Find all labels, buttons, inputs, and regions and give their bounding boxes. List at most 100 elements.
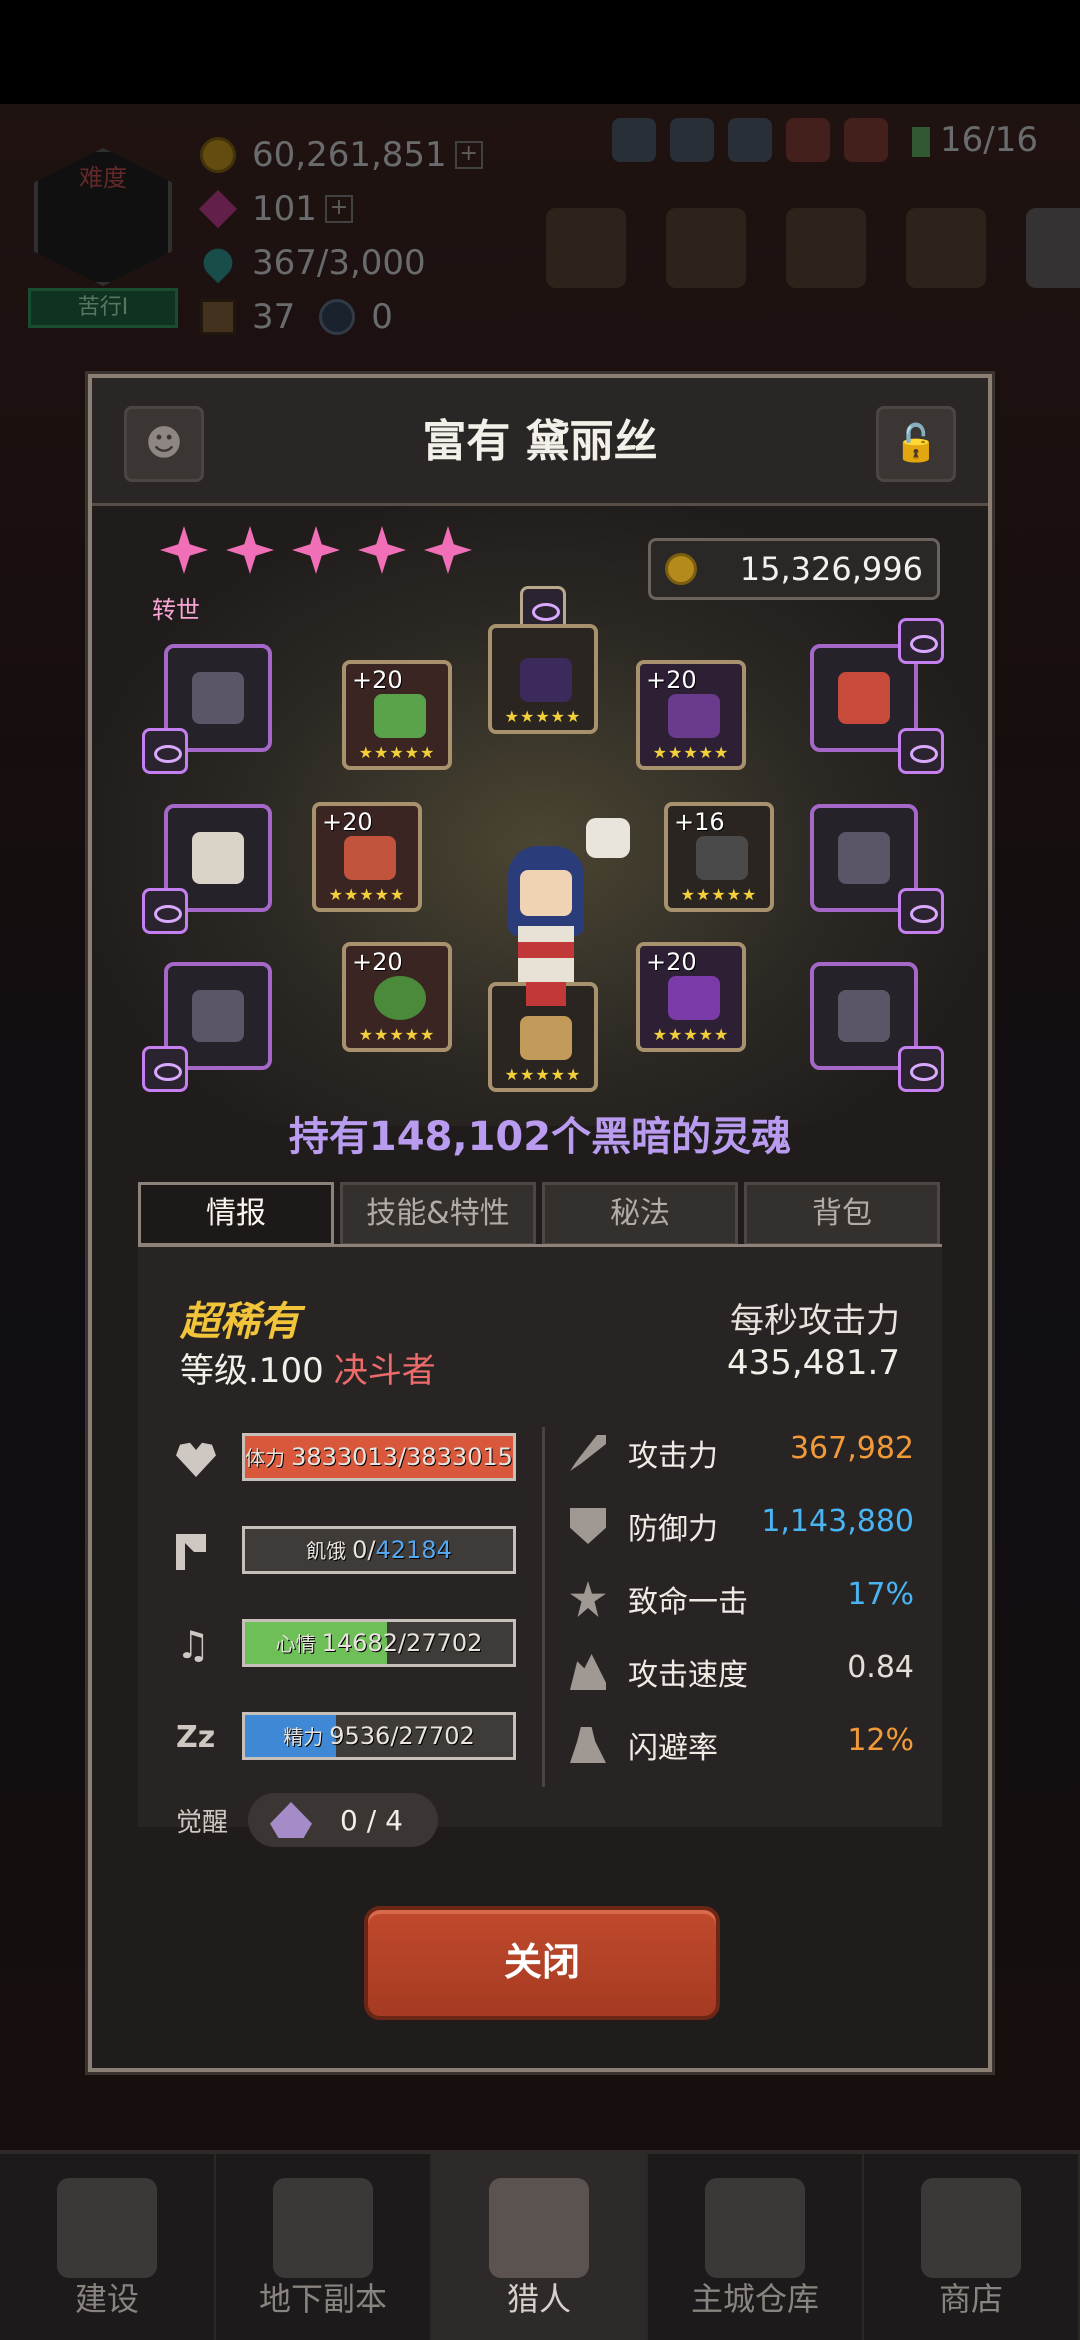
visibility-toggle[interactable] [898, 1046, 944, 1092]
equip-helmet[interactable]: ★★★★★ [488, 624, 598, 734]
hat-icon [838, 672, 890, 724]
hp-bar: 体力 3833013/3833015 [242, 1433, 516, 1481]
storage-chest-icon [705, 2178, 805, 2278]
star-icon [292, 526, 340, 574]
item-stars: ★★★★★ [328, 885, 406, 904]
mood-label: 心情 [275, 1632, 316, 1656]
info-panel: 超稀有 等级.100 决斗者 每秒攻击力 435,481.7 体力 3833013/… [138, 1247, 942, 1847]
equip-necklace[interactable]: +20 ★★★★★ [342, 660, 452, 770]
sword-icon [192, 990, 244, 1042]
profile-info-button[interactable]: ☻ [124, 406, 204, 482]
visibility-toggle[interactable] [142, 888, 188, 934]
item-stars: ★★★★★ [652, 1025, 730, 1044]
music-note-icon: ♫ [176, 1623, 211, 1667]
hunter-icon [489, 2178, 589, 2278]
dps-label: 每秒攻击力 [730, 1301, 900, 1341]
dodge-icon [570, 1727, 606, 1763]
nav-label: 商店 [938, 2280, 1003, 2318]
mood-row: ♫ 心情 14682/27702 [176, 1613, 556, 1706]
stat-attack: 攻击力 367,982 [570, 1427, 914, 1500]
star-icon [160, 526, 208, 574]
heart-icon [176, 1442, 216, 1477]
equip-armor[interactable]: +20 ★★★★★ [636, 660, 746, 770]
hexagon-icon [838, 990, 890, 1042]
unlock-icon: 🔓 [893, 423, 939, 464]
rebirth-stars [160, 526, 472, 574]
energy-label: 精力 [283, 1725, 324, 1749]
nav-shop[interactable]: 商店 [864, 2154, 1080, 2340]
close-button[interactable]: 关闭 [364, 1906, 720, 2020]
boots-icon [668, 976, 720, 1020]
armor-icon [668, 694, 720, 738]
sword-icon [570, 1435, 606, 1471]
relic-icon [520, 1016, 572, 1060]
equip-ring[interactable]: +20 ★★★★★ [342, 942, 452, 1052]
dps-value: 435,481.7 [726, 1343, 900, 1383]
tab-inventory[interactable]: 背包 [744, 1182, 940, 1246]
coin-icon [665, 553, 697, 585]
visibility-toggle[interactable] [142, 728, 188, 774]
stat-crit: 致命一击 17% [570, 1573, 914, 1646]
hunger-label: 飢饿 [306, 1539, 347, 1563]
gold-g-icon [192, 672, 244, 724]
stat-value: 0.84 [847, 1650, 914, 1685]
stat-label: 致命一击 [628, 1585, 748, 1620]
status-bars: 体力 3833013/3833015 飢饿 0/42184 ♫ 心情 14682/27… [176, 1427, 556, 1799]
star-icon [226, 526, 274, 574]
necklace-icon [374, 694, 426, 738]
item-level: +20 [352, 666, 403, 694]
lock-button[interactable]: 🔓 [876, 406, 956, 482]
hp-row: 体力 3833013/3833015 [176, 1427, 556, 1520]
nav-build[interactable]: 建设 [0, 2154, 216, 2340]
stat-label: 闪避率 [628, 1731, 718, 1766]
tab-skills[interactable]: 技能&特性 [340, 1182, 536, 1246]
rebirth-label: 转世 [152, 596, 200, 624]
helmet-toggle[interactable] [898, 618, 944, 664]
awaken-pill[interactable]: 0 / 4 [248, 1793, 439, 1847]
tab-arcana[interactable]: 秘法 [542, 1182, 738, 1246]
info-tabs: 情报 技能&特性 秘法 背包 [138, 1182, 940, 1246]
awakening: 觉醒 0 / 4 [176, 1793, 439, 1847]
mood-bar: 心情 14682/27702 [242, 1619, 516, 1667]
shield-icon [570, 1508, 606, 1544]
hp-label: 体力 [245, 1446, 286, 1470]
helmet-icon [520, 658, 572, 702]
nav-label: 主城仓库 [690, 2280, 819, 2318]
stat-value: 12% [847, 1723, 914, 1758]
visibility-toggle[interactable] [142, 1046, 188, 1092]
fork-knife-icon [176, 1534, 206, 1570]
hunter-level: 等级.100 [180, 1351, 324, 1391]
nav-storage[interactable]: 主城仓库 [648, 2154, 864, 2340]
dark-souls-count: 持有148,102个黑暗的灵魂 [288, 1114, 792, 1160]
awaken-value: 0 / 4 [340, 1803, 403, 1837]
shop-icon [921, 2178, 1021, 2278]
nav-label: 地下副本 [258, 2280, 387, 2318]
crit-icon [570, 1581, 606, 1617]
bottom-navigation: 建设 地下副本 猎人 主城仓库 商店 [0, 2150, 1080, 2340]
item-stars: ★★★★★ [358, 1025, 436, 1044]
energy-value: 9536/27702 [329, 1722, 475, 1750]
nav-dungeon[interactable]: 地下副本 [216, 2154, 432, 2340]
sleep-icon: Zz [176, 1720, 216, 1755]
nav-label: 建设 [74, 2280, 139, 2318]
equipment-area: 转世 15,326,996 +20 ★★★★★ ★★★★★ +20 ★★★★★ … [92, 506, 988, 1126]
equip-boots[interactable]: +20 ★★★★★ [636, 942, 746, 1052]
hero-sprite [498, 846, 594, 1006]
nav-hunter[interactable]: 猎人 [432, 2154, 648, 2340]
visibility-toggle[interactable] [898, 888, 944, 934]
modal-header: 富有 黛丽丝 ☻ 🔓 [92, 378, 988, 506]
equip-gloves[interactable]: +16 ★★★★★ [664, 802, 774, 912]
item-level: +20 [322, 808, 373, 836]
hp-value: 3833013/3833015 [291, 1443, 513, 1471]
awaken-crystal-icon [270, 1802, 313, 1838]
combat-stats: 攻击力 367,982 防御力 1,143,880 致命一击 17% 攻击速度 … [570, 1427, 914, 1792]
stat-label: 攻击力 [628, 1439, 718, 1474]
item-stars: ★★★★★ [652, 743, 730, 762]
dungeon-gate-icon [273, 2178, 373, 2278]
visibility-toggle[interactable] [898, 728, 944, 774]
stat-value: 367,982 [789, 1431, 914, 1466]
item-stars: ★★★★★ [358, 743, 436, 762]
equip-weapon[interactable]: +20 ★★★★★ [312, 802, 422, 912]
mood-value: 14682/27702 [321, 1629, 483, 1657]
tab-info[interactable]: 情报 [138, 1182, 334, 1246]
